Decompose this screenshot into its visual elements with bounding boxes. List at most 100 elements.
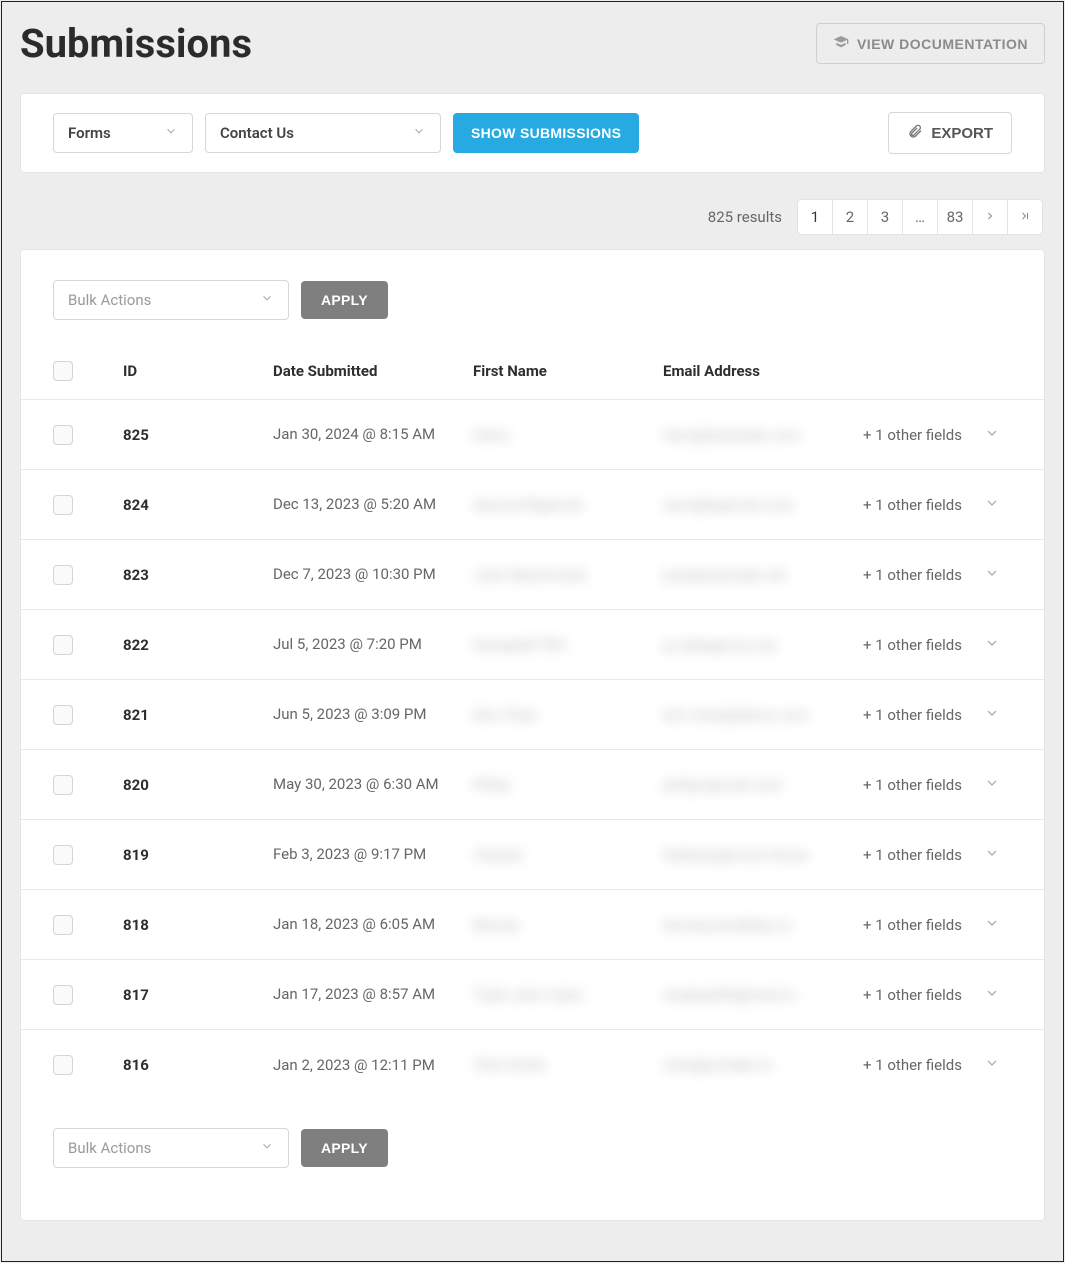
row-date: Jun 5, 2023 @ 3:09 PM [273,704,473,725]
row-checkbox[interactable] [53,845,73,865]
chevron-down-icon [984,635,1000,655]
page-title: Submissions [20,20,252,67]
table-row: 817Jan 17, 2023 @ 8:57 AMTodd John Hanks… [21,960,1044,1030]
row-date: Jan 30, 2024 @ 8:15 AM [273,424,473,445]
expand-row[interactable] [962,495,1022,515]
select-all-checkbox[interactable] [53,361,73,381]
table-row: 820May 30, 2023 @ 6:30 AMPhilipphilipc@m… [21,750,1044,820]
results-count: 825 results [708,208,782,226]
apply-button-bottom[interactable]: APPLY [301,1129,388,1167]
row-checkbox[interactable] [53,1055,73,1075]
row-email: philipc@mail.com [663,776,863,794]
row-other-fields: + 1 other fields [863,496,962,514]
col-email: Email Address [663,362,863,380]
row-email: sam@bigfonte.com [663,496,863,514]
chevron-down-icon [164,124,178,142]
expand-row[interactable] [962,425,1022,445]
page-next[interactable] [972,199,1008,235]
page-1[interactable]: 1 [797,199,833,235]
bulk-actions-dropdown[interactable]: Bulk Actions [53,280,289,320]
row-email: harry@example.com [663,426,863,444]
chevron-down-icon [984,425,1000,445]
form-name-dropdown[interactable]: Contact Us [205,113,441,153]
paperclip-icon [907,123,923,143]
chevron-down-icon [412,124,426,142]
chevron-down-icon [984,915,1000,935]
bulk-actions-label: Bulk Actions [68,1139,151,1157]
expand-row[interactable] [962,845,1022,865]
row-first-name: Philip [473,776,663,794]
expand-row[interactable] [962,775,1022,795]
row-checkbox[interactable] [53,425,73,445]
row-date: Dec 7, 2023 @ 10:30 PM [273,564,473,585]
row-first-name: Kim Chan [473,706,663,724]
expand-row[interactable] [962,705,1022,725]
show-submissions-button[interactable]: SHOW SUBMISSIONS [453,113,639,153]
chevron-down-icon [984,495,1000,515]
row-email: g.m@agency.org [663,636,863,654]
chevron-down-icon [260,1139,274,1157]
row-id: 817 [123,986,273,1004]
forms-dropdown[interactable]: Forms [53,113,193,153]
row-email: clint@profake.io [663,1056,863,1074]
chevron-down-icon [984,845,1000,865]
row-email: hellohey@more.those [663,846,863,864]
forms-dropdown-label: Forms [68,124,111,142]
row-first-name: Josh MacDonald [473,566,663,584]
page-last[interactable] [1007,199,1043,235]
row-id: 816 [123,1056,273,1074]
row-other-fields: + 1 other fields [863,566,962,584]
table-row: 819Feb 3, 2023 @ 9:17 PMCharleshellohey@… [21,820,1044,890]
row-date: Jan 18, 2023 @ 6:05 AM [273,914,473,935]
apply-button-top[interactable]: APPLY [301,281,388,319]
row-other-fields: + 1 other fields [863,426,962,444]
row-other-fields: + 1 other fields [863,986,962,1004]
row-email: josh@example.net [663,566,863,584]
expand-row[interactable] [962,1055,1022,1075]
row-other-fields: + 1 other fields [863,916,962,934]
export-button[interactable]: EXPORT [888,112,1012,154]
submissions-table-card: Bulk Actions APPLY ID Date Submitted Fir… [20,249,1045,1221]
row-id: 825 [123,426,273,444]
row-checkbox[interactable] [53,915,73,935]
row-other-fields: + 1 other fields [863,706,962,724]
page-3[interactable]: 3 [867,199,903,235]
row-other-fields: + 1 other fields [863,846,962,864]
row-first-name: Harry [473,426,663,444]
row-id: 823 [123,566,273,584]
row-other-fields: + 1 other fields [863,636,962,654]
table-row: 818Jan 18, 2023 @ 6:05 AMBarneybarneyuse… [21,890,1044,960]
bulk-actions-dropdown-bottom[interactable]: Bulk Actions [53,1128,289,1168]
chevron-down-icon [984,985,1000,1005]
row-checkbox[interactable] [53,565,73,585]
page-2[interactable]: 2 [832,199,868,235]
page-83[interactable]: 83 [937,199,973,235]
row-date: Feb 3, 2023 @ 9:17 PM [273,844,473,865]
row-checkbox[interactable] [53,635,73,655]
chevron-last-icon [1019,208,1031,226]
row-email: strakee805@mail.io [663,986,863,1004]
row-first-name: Clint Smith [473,1056,663,1074]
row-first-name: Barney [473,916,663,934]
expand-row[interactable] [962,565,1022,585]
row-checkbox[interactable] [53,985,73,1005]
row-date: Dec 13, 2023 @ 5:20 AM [273,494,473,515]
col-first-name: First Name [473,362,663,380]
expand-row[interactable] [962,985,1022,1005]
table-row: 821Jun 5, 2023 @ 3:09 PMKim Chankim.chan… [21,680,1044,750]
row-checkbox[interactable] [53,705,73,725]
view-documentation-button[interactable]: VIEW DOCUMENTATION [816,23,1045,64]
graduation-cap-icon [833,34,849,53]
expand-row[interactable] [962,635,1022,655]
chevron-down-icon [984,775,1000,795]
row-id: 821 [123,706,273,724]
row-id: 824 [123,496,273,514]
chevron-down-icon [260,291,274,309]
expand-row[interactable] [962,915,1022,935]
row-date: Jul 5, 2023 @ 7:20 PM [273,634,473,655]
row-email: barneyuser@big.co [663,916,863,934]
row-first-name: GeorgeM FRG [473,636,663,654]
row-id: 819 [123,846,273,864]
row-checkbox[interactable] [53,775,73,795]
row-checkbox[interactable] [53,495,73,515]
